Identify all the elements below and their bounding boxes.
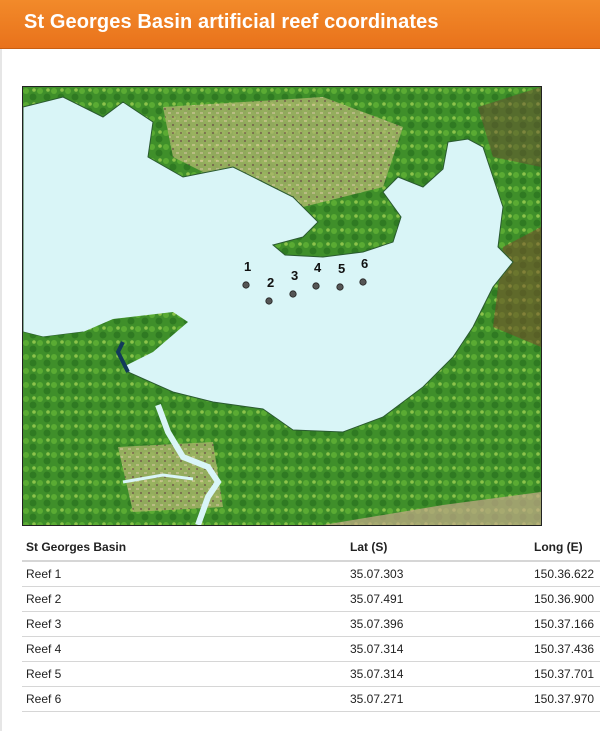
- reef-marker-1: [242, 281, 250, 289]
- reef-coordinates-table: St Georges Basin Lat (S) Long (E) Reef 1…: [22, 534, 600, 712]
- reef-marker-label-6: 6: [361, 256, 368, 271]
- reef-name-cell: Reef 2: [22, 586, 346, 612]
- table-row: Reef 6 35.07.271 150.37.970: [22, 686, 600, 712]
- left-divider: [0, 49, 2, 731]
- reef-marker-6: [359, 278, 367, 286]
- reef-name-cell: Reef 1: [22, 561, 346, 587]
- long-cell: 150.37.436: [530, 636, 600, 662]
- reef-marker-label-1: 1: [244, 259, 251, 274]
- reef-marker-3: [289, 290, 297, 298]
- reef-marker-5: [336, 283, 344, 291]
- table-row: Reef 1 35.07.303 150.36.622: [22, 561, 600, 587]
- lat-cell: 35.07.491: [346, 586, 530, 612]
- lat-cell: 35.07.314: [346, 636, 530, 662]
- table-row: Reef 2 35.07.491 150.36.900: [22, 586, 600, 612]
- lat-cell: 35.07.396: [346, 611, 530, 637]
- page-title: St Georges Basin artificial reef coordin…: [24, 11, 439, 33]
- table-header-row: St Georges Basin Lat (S) Long (E): [22, 534, 600, 562]
- reef-map: 1 2 3 4 5 6: [22, 86, 542, 526]
- lat-cell: 35.07.271: [346, 686, 530, 712]
- reef-marker-label-2: 2: [267, 275, 274, 290]
- reef-name-cell: Reef 4: [22, 636, 346, 662]
- long-cell: 150.37.166: [530, 611, 600, 637]
- page-header: St Georges Basin artificial reef coordin…: [0, 0, 600, 49]
- long-cell: 150.37.970: [530, 686, 600, 712]
- table-row: Reef 5 35.07.314 150.37.701: [22, 661, 600, 687]
- reef-marker-2: [265, 297, 273, 305]
- reef-name-cell: Reef 5: [22, 661, 346, 687]
- table-row: Reef 4 35.07.314 150.37.436: [22, 636, 600, 662]
- reef-marker-label-4: 4: [314, 260, 322, 275]
- column-header-location: St Georges Basin: [22, 534, 346, 562]
- column-header-lat: Lat (S): [346, 534, 530, 562]
- reef-marker-label-5: 5: [338, 261, 345, 276]
- long-cell: 150.37.701: [530, 661, 600, 687]
- long-cell: 150.36.900: [530, 586, 600, 612]
- reef-marker-label-3: 3: [291, 268, 298, 283]
- satellite-map-image: 1 2 3 4 5 6: [23, 87, 541, 525]
- reef-name-cell: Reef 3: [22, 611, 346, 637]
- column-header-long: Long (E): [530, 534, 600, 562]
- table-row: Reef 3 35.07.396 150.37.166: [22, 611, 600, 637]
- lat-cell: 35.07.303: [346, 561, 530, 587]
- lat-cell: 35.07.314: [346, 661, 530, 687]
- reef-name-cell: Reef 6: [22, 686, 346, 712]
- long-cell: 150.36.622: [530, 561, 600, 587]
- reef-marker-4: [312, 282, 320, 290]
